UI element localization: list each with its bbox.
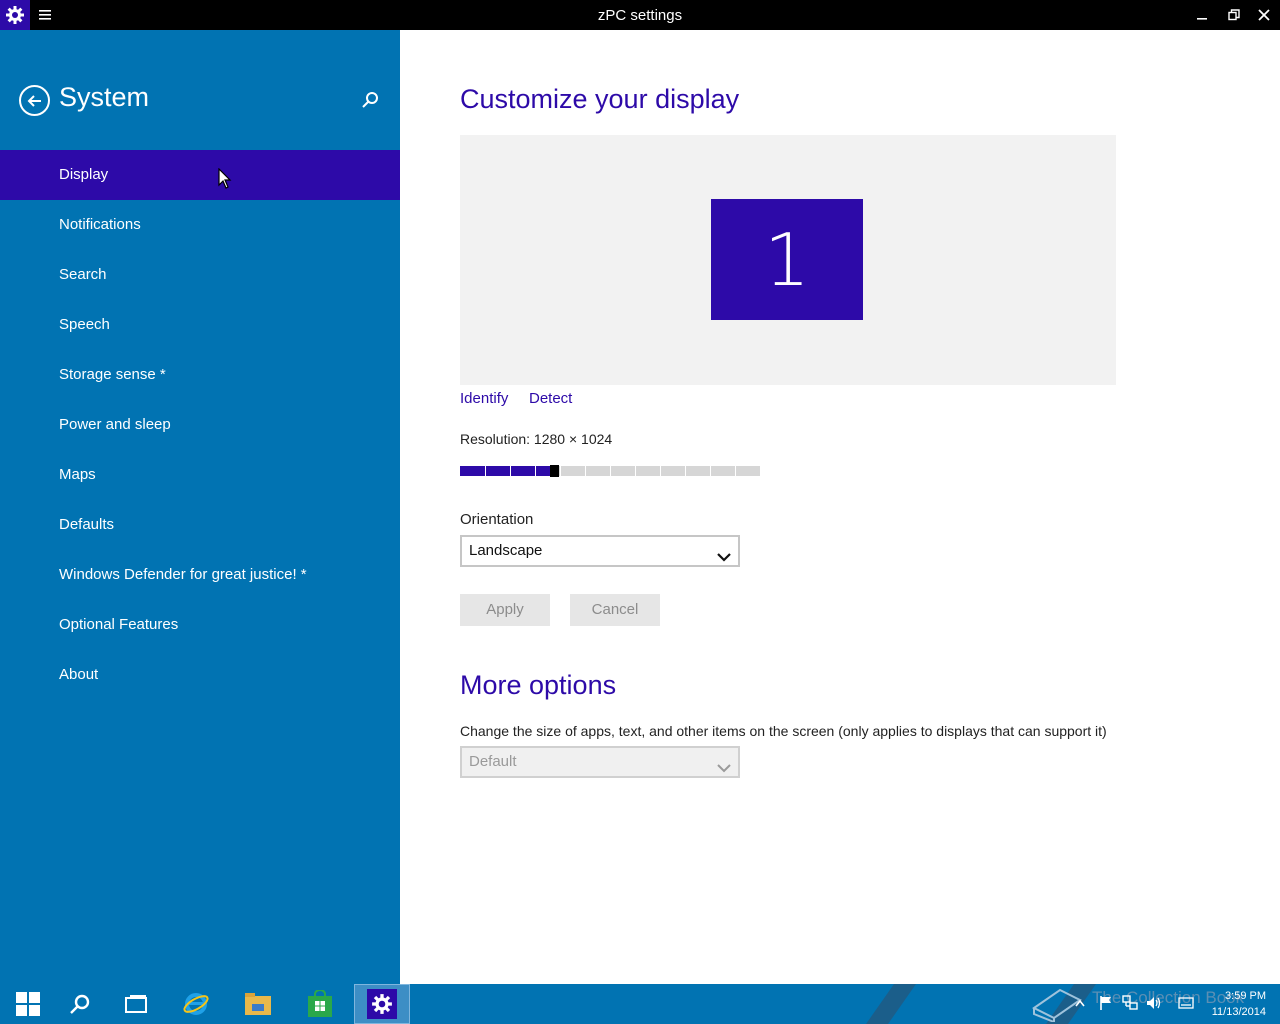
orientation-dropdown[interactable]: Landscape — [460, 535, 740, 567]
clock-date: 11/13/2014 — [1211, 1006, 1266, 1018]
sidebar-title: System — [59, 82, 150, 112]
back-arrow-icon[interactable] — [19, 85, 50, 116]
window-title: zPC settings — [597, 7, 683, 24]
display-preview: 1 — [460, 135, 1116, 385]
sidebar-item-storage-sense[interactable]: Storage sense * — [0, 350, 400, 400]
task-view-icon[interactable] — [108, 984, 164, 1024]
more-options-heading: More options — [460, 670, 617, 700]
slider-tick — [585, 466, 586, 476]
slider-tick — [685, 466, 686, 476]
identify-link[interactable]: Identify — [460, 390, 508, 407]
keyboard-icon[interactable] — [1178, 994, 1194, 1012]
cancel-button[interactable]: Cancel — [570, 594, 660, 626]
system-clock[interactable]: 3:59 PM 11/13/2014 — [1212, 988, 1266, 1020]
mouse-cursor-icon — [218, 167, 232, 190]
orientation-value: Landscape — [469, 542, 543, 559]
slider-tick — [535, 466, 536, 476]
taskbar: The Collection Book 3:59 PM 11/13/2014 — [0, 984, 1280, 1024]
slider-tick — [610, 466, 611, 476]
sidebar-item-notifications[interactable]: Notifications — [0, 200, 400, 250]
resolution-label: Resolution: 1280 × 1024 — [460, 431, 613, 447]
search-icon[interactable] — [361, 91, 379, 109]
file-explorer-icon[interactable] — [230, 984, 286, 1024]
taskbar-decoration — [858, 984, 924, 1024]
slider-tick — [510, 466, 511, 476]
main-content: Customize your display 1 Identify Detect… — [400, 30, 1280, 984]
size-description: Change the size of apps, text, and other… — [460, 723, 1107, 739]
clock-time: 3:59 PM — [1225, 990, 1266, 1002]
action-center-flag-icon[interactable] — [1098, 994, 1114, 1012]
sidebar-item-windows-defender[interactable]: Windows Defender for great justice! * — [0, 550, 400, 600]
volume-icon[interactable] — [1146, 994, 1162, 1012]
slider-tick — [560, 466, 561, 476]
sidebar-item-defaults[interactable]: Defaults — [0, 500, 400, 550]
sidebar-item-search[interactable]: Search — [0, 250, 400, 300]
sidebar-item-power-and-sleep[interactable]: Power and sleep — [0, 400, 400, 450]
slider-tick — [710, 466, 711, 476]
minimize-button[interactable] — [1186, 0, 1218, 30]
monitor-tile[interactable]: 1 — [711, 199, 863, 320]
start-button[interactable] — [0, 984, 56, 1024]
page-title: Customize your display — [460, 84, 740, 114]
resolution-slider-thumb[interactable] — [550, 465, 559, 477]
sidebar-item-about[interactable]: About — [0, 650, 400, 700]
show-hidden-icons-icon[interactable] — [1072, 994, 1088, 1012]
network-icon[interactable] — [1122, 994, 1138, 1012]
size-dropdown[interactable]: Default — [460, 746, 740, 778]
restore-button[interactable] — [1218, 0, 1250, 30]
chevron-down-icon — [717, 756, 731, 773]
title-bar: zPC settings — [0, 0, 1280, 30]
sidebar-item-optional-features[interactable]: Optional Features — [0, 600, 400, 650]
sidebar: System Display Notifications Search Spee… — [0, 30, 400, 984]
store-icon[interactable] — [292, 984, 348, 1024]
size-value: Default — [469, 753, 517, 770]
slider-tick — [635, 466, 636, 476]
sidebar-item-display[interactable]: Display — [0, 150, 400, 200]
resolution-slider[interactable] — [460, 465, 760, 477]
slider-tick — [660, 466, 661, 476]
close-button[interactable] — [1248, 0, 1280, 30]
sidebar-nav: Display Notifications Search Speech Stor… — [0, 150, 400, 700]
detect-link[interactable]: Detect — [529, 390, 572, 407]
apply-button[interactable]: Apply — [460, 594, 550, 626]
sidebar-item-maps[interactable]: Maps — [0, 450, 400, 500]
slider-tick — [735, 466, 736, 476]
orientation-label: Orientation — [460, 511, 534, 528]
sidebar-item-speech[interactable]: Speech — [0, 300, 400, 350]
slider-tick — [485, 466, 486, 476]
settings-gear-icon — [367, 989, 397, 1019]
chevron-down-icon — [717, 545, 731, 562]
internet-explorer-icon[interactable] — [168, 984, 224, 1024]
settings-taskbar-button[interactable] — [354, 984, 410, 1024]
search-icon[interactable] — [52, 984, 108, 1024]
